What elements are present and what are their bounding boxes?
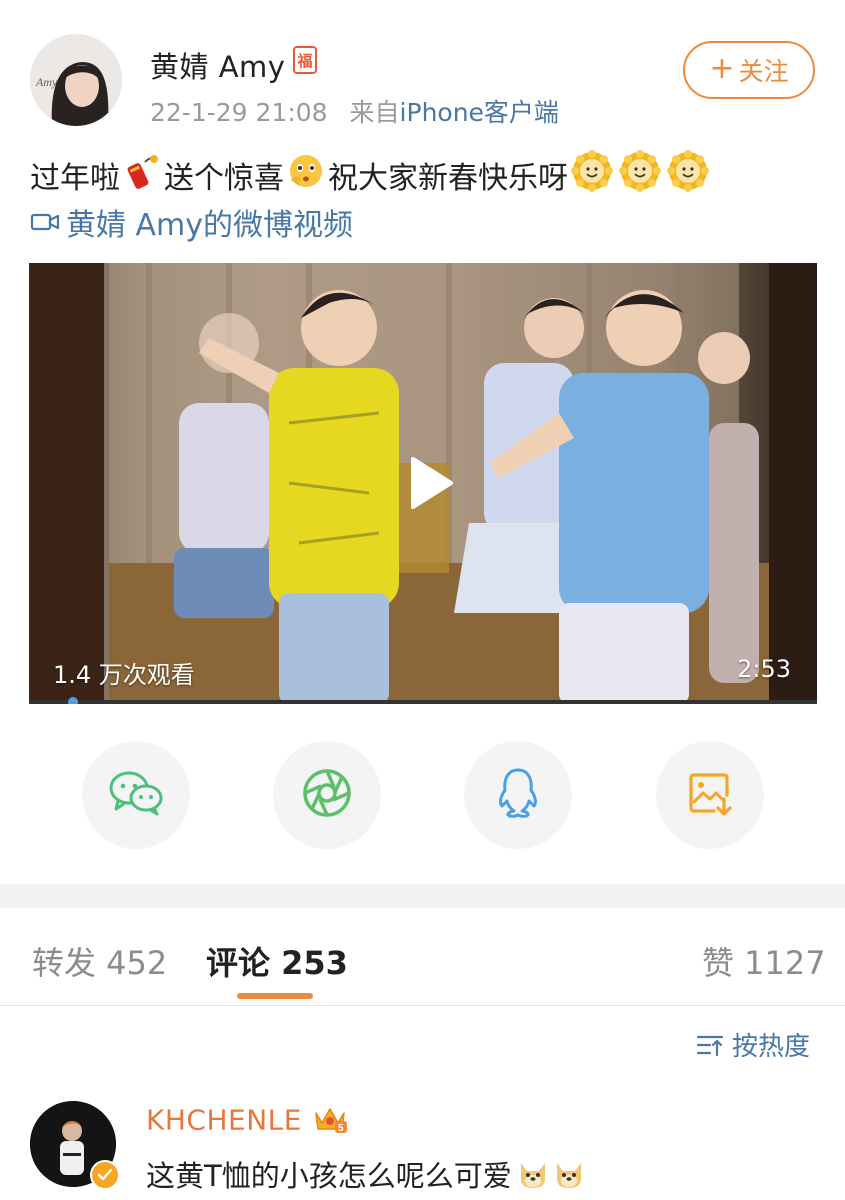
share-qq-button[interactable] — [464, 741, 572, 849]
save-image-button[interactable] — [656, 741, 764, 849]
plus-icon: + — [709, 51, 735, 86]
share-moments-button[interactable] — [273, 741, 381, 849]
video-progress-handle[interactable] — [68, 697, 78, 704]
post-text-part3: 祝大家新春快乐呀 — [328, 161, 568, 196]
video-progress-track[interactable] — [29, 700, 817, 704]
post-text-part1: 过年啦 — [30, 161, 120, 196]
post-date: 22-1-29 21:08 — [150, 98, 328, 127]
video-camera-icon — [30, 210, 60, 234]
sort-button[interactable]: 按热度 — [696, 1026, 810, 1063]
view-count: 1.4 万次观看 — [53, 661, 195, 689]
comment-text-label: 这黄T恤的小孩怎么呢么可爱 — [146, 1159, 512, 1193]
fu-badge-icon: 福 — [293, 46, 317, 74]
post-meta: 22-1-29 21:08 来自iPhone客户端 — [150, 93, 559, 129]
firecracker-icon — [123, 152, 161, 198]
commenter-name[interactable]: KHCHENLE 5 — [146, 1103, 348, 1140]
video-link[interactable]: 黄婧 Amy的微博视频 — [30, 200, 353, 244]
sort-label: 按热度 — [732, 1032, 811, 1062]
tabs-divider — [0, 1005, 845, 1006]
crown-badge-icon: 5 — [313, 1103, 348, 1140]
follow-button[interactable]: + 关注 — [683, 41, 815, 99]
section-divider — [0, 884, 845, 908]
tab-comments[interactable]: 评论 253 — [206, 938, 348, 984]
follow-label: 关注 — [738, 57, 789, 86]
source-prefix: 来自 — [349, 98, 400, 127]
post-text: 过年啦 送个惊喜 祝大家新春快乐呀 — [30, 150, 712, 200]
sort-icon — [696, 1033, 724, 1057]
wechat-icon — [108, 768, 164, 822]
doge-emoji-icon — [552, 1157, 586, 1191]
author-avatar[interactable]: Amy — [30, 34, 122, 126]
author-name[interactable]: 黄婧 Amy — [150, 44, 285, 86]
tab-repost[interactable]: 转发 452 — [32, 938, 167, 984]
save-image-icon — [686, 769, 734, 821]
video-duration: 2:53 — [737, 655, 791, 683]
tab-likes[interactable]: 赞 1127 — [702, 938, 826, 984]
share-wechat-button[interactable] — [82, 741, 190, 849]
doge-emoji-icon — [516, 1157, 550, 1191]
moments-icon — [301, 767, 353, 823]
sun-face-icon — [571, 150, 613, 200]
video-player[interactable]: 1.4 万次观看 2:53 — [29, 263, 817, 704]
play-icon[interactable] — [399, 453, 459, 513]
svg-text:Amy: Amy — [35, 75, 58, 89]
commenter-name-label: KHCHENLE — [146, 1103, 302, 1137]
svg-text:5: 5 — [338, 1123, 344, 1133]
qq-icon — [494, 766, 542, 824]
post-text-part2: 送个惊喜 — [164, 161, 284, 196]
video-link-label: 黄婧 Amy的微博视频 — [66, 208, 354, 243]
verified-icon — [90, 1160, 120, 1190]
post-source[interactable]: iPhone客户端 — [400, 98, 559, 127]
active-tab-indicator — [237, 993, 313, 999]
sun-face-icon — [619, 150, 661, 200]
sun-face-icon — [667, 150, 709, 200]
surprised-face-icon — [287, 152, 325, 198]
comment-text: 这黄T恤的小孩怎么呢么可爱 — [146, 1153, 586, 1195]
